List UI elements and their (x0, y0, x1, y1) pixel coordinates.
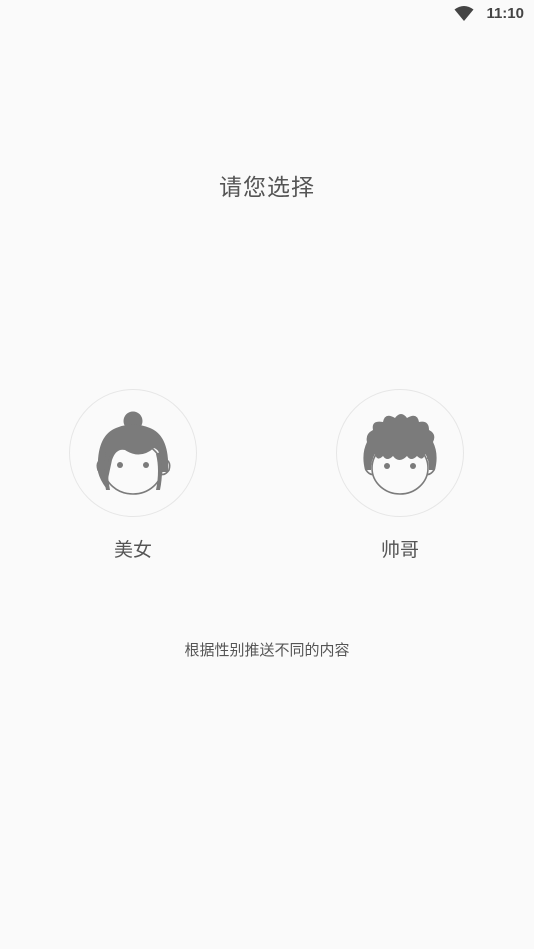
female-choice-label: 美女 (113, 539, 152, 561)
female-avatar-circle[interactable] (69, 389, 197, 517)
male-choice-button[interactable]: 帅哥 (336, 389, 464, 562)
female-avatar-icon (96, 411, 171, 495)
wifi-icon (454, 6, 474, 21)
male-avatar-icon (363, 414, 437, 495)
male-avatar-circle[interactable] (336, 389, 464, 517)
status-time: 11:10 (486, 5, 524, 22)
page-title: 请您选择 (219, 175, 315, 201)
female-choice-button[interactable]: 美女 (69, 389, 197, 562)
status-bar: 11:10 (0, 0, 534, 28)
hint-text: 根据性别推送不同的内容 (184, 641, 350, 659)
male-choice-label: 帅哥 (380, 539, 419, 561)
